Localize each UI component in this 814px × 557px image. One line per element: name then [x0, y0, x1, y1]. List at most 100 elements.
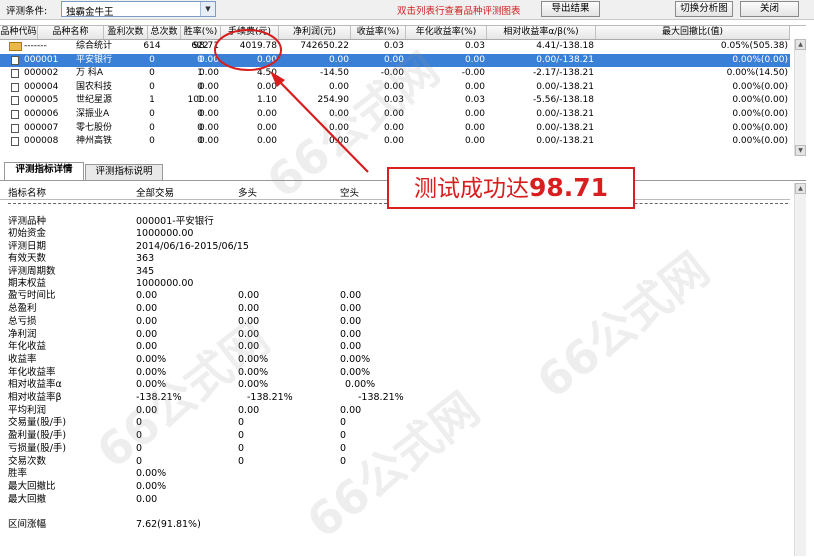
table-row[interactable]: 000004 国农科技 0 0 0.00 0.00 0.00 0.00 0.00 0.00/-13… [0, 81, 790, 95]
table-cell: 0.00 [256, 109, 277, 119]
tab-explain[interactable]: 评测指标说明 [85, 164, 163, 180]
table-cell: 0.00%(14.50) [726, 68, 788, 79]
column-header[interactable]: 品种代码 [0, 26, 38, 39]
metric-label: 有效天数 [8, 253, 47, 265]
column-header[interactable]: 盈利次数 [104, 26, 148, 39]
export-button[interactable]: 导出结果 [541, 1, 600, 17]
detail-header-all: 全部交易 [136, 188, 175, 199]
chevron-down-icon[interactable]: ▼ [200, 2, 215, 16]
detail-header-name: 指标名称 [8, 188, 47, 199]
metric-label: 净利润 [8, 328, 37, 340]
column-header[interactable]: 品种名称 [38, 26, 104, 39]
column-header[interactable]: 净利润(元) [279, 26, 351, 39]
doc-icon [11, 69, 19, 79]
formula-select[interactable]: 独霸金牛王 ▼ [61, 1, 216, 18]
table-cell: 0.00 [256, 136, 277, 147]
table-cell: 254.90 [317, 95, 350, 106]
close-button[interactable]: 关闭 [740, 1, 799, 17]
metric-value: 0 [340, 455, 347, 467]
table-cell: 0.00 [198, 81, 219, 92]
metric-value: 0.00 [136, 341, 158, 353]
formula-select-value: 独霸金牛王 [66, 7, 114, 18]
table-cell: 0.00/-138.21 [536, 109, 594, 119]
table-row[interactable]: 000001 平安银行 0 0 0.00 0.00 0.00 0.00 0.00 0.00/-13… [0, 53, 790, 68]
column-header[interactable]: 年化收益率(%) [406, 26, 487, 39]
table-cell: 0.00%(0.00) [732, 54, 788, 65]
table-cell: 0.00 [328, 122, 349, 133]
doc-icon [11, 55, 19, 65]
table-row[interactable]: 000007 零七股份 0 0 0.00 0.00 0.00 0.00 0.00 0.00/-13… [0, 122, 790, 136]
metric-value: 0.00 [136, 290, 158, 302]
detail-scrollbar[interactable]: ▲ [794, 183, 806, 556]
metric-label: 盈亏时间比 [8, 290, 56, 302]
metric-label: 收益率 [8, 353, 37, 365]
tab-details[interactable]: 评测指标详情 [4, 162, 84, 180]
doc-icon [11, 82, 19, 92]
detail-panel: 指标名称 全部交易 多头 空头 评测品种 000001-平安银行 初始资金 10000… [0, 180, 806, 557]
table-cell: 0.00 [383, 109, 404, 119]
column-header[interactable]: 胜率(%) [181, 26, 221, 39]
metric-value: 0 [238, 417, 245, 429]
table-cell: 0.00%(0.00) [732, 95, 788, 106]
table-cell: -14.50 [319, 68, 349, 79]
column-header[interactable]: 总次数 [148, 26, 181, 39]
metric-label: 年化收益率 [8, 366, 56, 378]
switch-chart-button[interactable]: 切换分析图 [675, 1, 733, 17]
table-cell: 0.00 [198, 136, 219, 147]
table-cell: -0.00 [380, 68, 404, 79]
table-cell: 0.00 [383, 136, 404, 147]
table-cell: 0.03 [383, 41, 404, 51]
metric-value: 0 [238, 455, 245, 467]
metric-value: 0 [136, 430, 143, 442]
metric-value: 7.62(91.81%) [136, 519, 201, 530]
table-cell: 0.00 [328, 81, 349, 92]
table-cell: 0.00/-138.21 [536, 122, 594, 133]
metric-value: 0.00 [340, 328, 362, 340]
table-row[interactable]: 000005 世纪星源 1 1 100.00 1.10 254.90 0.03 0.03 -5.5… [0, 94, 790, 108]
table-cell: 000005 [24, 95, 59, 106]
table-cell: ------- [24, 41, 47, 51]
table-cell: 000001 [24, 54, 59, 65]
detail-header-short: 空头 [340, 188, 360, 199]
table-row[interactable]: 000008 神州高铁 0 0 0.00 0.00 0.00 0.00 0.00 0.00/-13… [0, 135, 790, 149]
table-row[interactable]: 000002 万 科A 0 1 0.00 4.50 -14.50 -0.00 -0.00 -2.1… [0, 67, 790, 81]
scroll-down-icon[interactable]: ▼ [795, 145, 806, 156]
column-header[interactable]: 相对收益率α/β(%) [487, 26, 596, 39]
column-header[interactable]: 收益率(%) [351, 26, 406, 39]
column-header[interactable]: 手续费(元) [221, 26, 279, 39]
table-row[interactable]: 000006 深振业A 0 0 0.00 0.00 0.00 0.00 0.00 0.00/-13… [0, 108, 790, 122]
metric-value: -138.21% [136, 392, 182, 403]
column-header[interactable]: 最大回撤比(值) [596, 26, 790, 39]
toolbar: 评测条件: 独霸金牛王 ▼ 双击列表行查看品种评测图表 导出结果 切换分析图 关… [0, 0, 814, 20]
metric-value: 345 [136, 265, 155, 277]
table-row[interactable]: ------- 综合统计 614 622 98.71 4019.78 742650.22 0.… [0, 40, 790, 54]
metric-value: 0.00% [345, 379, 376, 391]
metric-value: 0.00 [238, 290, 260, 302]
grid-scrollbar[interactable]: ▲ ▼ [794, 39, 806, 156]
metric-value: 0.00 [136, 404, 158, 416]
metric-label: 相对收益率β [8, 392, 62, 403]
table-cell: 0.00 [464, 54, 485, 65]
table-cell: 4.41/-138.18 [536, 41, 594, 51]
hint-text: 双击列表行查看品种评测图表 [397, 6, 521, 17]
results-grid: 品种代码 品种名称 盈利次数 总次数 胜率(%) 手续费(元) 净利润(元) 收益率(%) 年化… [0, 25, 806, 157]
table-cell: 0.00 [198, 68, 219, 79]
metric-value: 0.00 [238, 303, 260, 315]
metric-value: 0.00 [238, 328, 260, 340]
scroll-up-icon[interactable]: ▲ [795, 39, 806, 50]
metric-value: 0.00 [340, 404, 362, 416]
doc-icon [11, 137, 19, 147]
metric-label: 胜率 [8, 468, 28, 480]
metric-label: 期末权益 [8, 278, 47, 289]
metric-value: 0 [340, 442, 347, 454]
metric-value: 0.00% [136, 353, 167, 365]
metric-label: 相对收益率α [8, 379, 62, 391]
metric-label: 总亏损 [8, 315, 37, 327]
scroll-up-icon[interactable]: ▲ [795, 183, 806, 194]
metric-value: 0.00% [340, 366, 371, 378]
metric-value: 0 [238, 430, 245, 442]
metric-label: 亏损量(股/手) [8, 442, 67, 454]
metric-label: 评测品种 [8, 216, 47, 227]
metric-value: 0.00% [238, 379, 269, 391]
table-cell: 0.00/-138.21 [536, 81, 594, 92]
